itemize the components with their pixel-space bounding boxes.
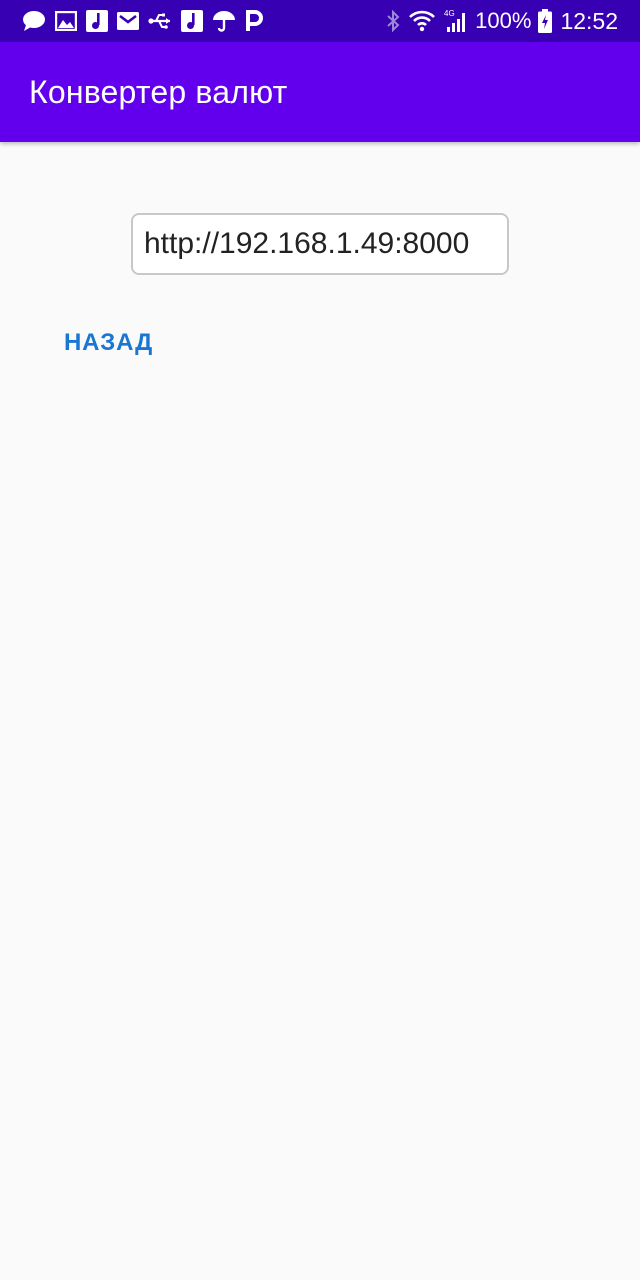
status-bar: 4G 100% 12:52 <box>0 0 640 42</box>
wifi-icon <box>408 10 436 32</box>
bluetooth-icon <box>385 10 401 32</box>
umbrella-icon <box>212 10 236 32</box>
server-url-input[interactable] <box>131 213 509 275</box>
system-status: 4G 100% 12:52 <box>378 8 618 35</box>
music-note-icon <box>86 10 108 32</box>
music-note-icon <box>181 10 203 32</box>
usb-icon <box>148 12 172 30</box>
app-title: Конвертер валют <box>29 73 288 110</box>
mail-icon <box>117 12 139 30</box>
message-icon <box>22 10 46 32</box>
parking-icon <box>245 10 263 32</box>
clock: 12:52 <box>560 7 618 34</box>
network-type-label: 4G <box>444 9 455 18</box>
battery-charging-icon <box>538 9 553 33</box>
back-button[interactable]: НАЗАД <box>48 316 169 370</box>
app-bar: Конвертер валют <box>0 42 640 142</box>
battery-percentage: 100% <box>475 8 532 33</box>
signal-4g-icon: 4G <box>443 9 469 33</box>
image-icon <box>55 11 77 31</box>
notification-icons <box>22 10 272 32</box>
